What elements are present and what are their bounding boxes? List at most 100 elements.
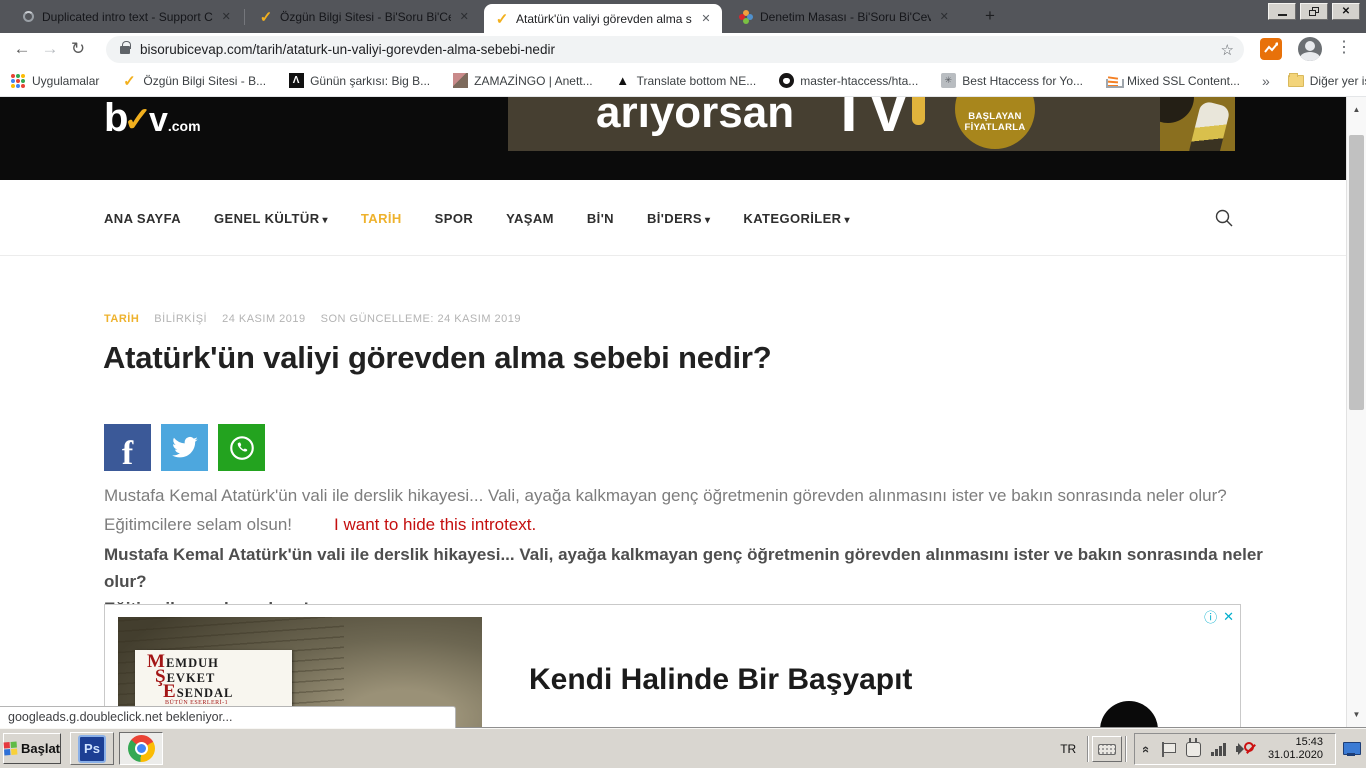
reload-button[interactable]: ↻	[64, 39, 92, 59]
desktop-screen: Duplicated intro text - Support Cen ✕ ✓ …	[0, 0, 1366, 768]
page-scrollbar[interactable]: ▲ ▼	[1346, 97, 1366, 728]
address-bar[interactable]: bisorubicevap.com/tarih/ataturk-un-valiy…	[106, 36, 1244, 63]
tab-ataturk-article-active[interactable]: ✓ Atatürk'ün valiyi görevden alma se ✕	[484, 4, 722, 33]
new-tab-button[interactable]: +	[978, 5, 1002, 29]
nav-biders[interactable]: Bİ'DERS ▾	[647, 211, 710, 226]
keyboard-icon	[1098, 743, 1117, 755]
gray-site-icon: ✳	[940, 73, 956, 89]
clock[interactable]: 15:43 31.01.2020	[1264, 736, 1327, 762]
bookmark-translate[interactable]: ▲ Translate bottom NE...	[615, 73, 756, 89]
photoshop-taskbar-button[interactable]: Ps	[70, 732, 114, 765]
bookmark-best-htaccess[interactable]: ✳ Best Htaccess for Yo...	[940, 73, 1083, 89]
banner-headline: arıyorsan	[596, 97, 795, 137]
bookmark-htaccess-github[interactable]: master-htaccess/hta...	[778, 73, 918, 89]
logo-check-icon: ✓	[123, 101, 152, 139]
music-site-icon: Λ	[288, 73, 304, 89]
start-button[interactable]: Başlat	[3, 733, 61, 764]
tab-title: Duplicated intro text - Support Cen	[42, 9, 213, 24]
apps-shortcut[interactable]: Uygulamalar	[10, 73, 99, 89]
whatsapp-icon	[229, 435, 254, 460]
bookmark-ozgun-bilgi[interactable]: ✓ Özgün Bilgi Sitesi - B...	[121, 73, 266, 90]
facebook-share-button[interactable]: f	[104, 424, 151, 472]
site-logo[interactable]: b ✓ v .com	[104, 98, 201, 139]
bookmark-zamazingo[interactable]: ZAMAZİNGO | Anett...	[452, 73, 593, 89]
tab-close-icon[interactable]: ✕	[937, 9, 953, 25]
site-navbar: ANA SAYFA GENEL KÜLTÜR ▾ TARİH SPOR YAŞAM…	[0, 180, 1346, 256]
tab-title: Atatürk'ün valiyi görevden alma se	[516, 11, 692, 26]
url-text[interactable]: bisorubicevap.com/tarih/ataturk-un-valiy…	[140, 42, 1221, 57]
banner-gold-mark	[912, 97, 925, 125]
minimize-button[interactable]	[1268, 3, 1296, 20]
search-icon[interactable]	[1214, 208, 1234, 228]
other-bookmarks-folder[interactable]: Diğer yer işaretleri	[1287, 72, 1366, 89]
github-icon	[778, 73, 794, 89]
banner-player-image	[1160, 97, 1235, 151]
tab-denetim-masasi[interactable]: Denetim Masası - Bi'Soru Bi'Ceva ✕	[728, 0, 960, 33]
twitter-bird-icon	[171, 436, 198, 457]
photo-icon	[452, 73, 468, 89]
bookmark-star-icon[interactable]: ☆	[1221, 41, 1234, 59]
bookmarks-overflow-chevron[interactable]: »	[1262, 73, 1270, 89]
show-desktop-icon[interactable]	[1342, 740, 1362, 758]
power-plug-icon[interactable]	[1186, 737, 1202, 757]
tab-title: Denetim Masası - Bi'Soru Bi'Ceva	[760, 9, 931, 24]
hidden-icons-chevron[interactable]: «	[1139, 745, 1154, 752]
twitter-share-button[interactable]	[161, 424, 208, 471]
profile-avatar[interactable]	[1298, 37, 1322, 61]
check-favicon: ✓	[495, 10, 509, 28]
nav-bin[interactable]: Bİ'N	[587, 211, 614, 226]
bookmark-gunun-sarkisi[interactable]: Λ Günün şarkısı: Big B...	[288, 73, 430, 89]
publish-date: 24 KASIM 2019	[222, 313, 306, 325]
folder-icon	[1287, 72, 1304, 89]
https-lock-icon[interactable]	[120, 40, 131, 54]
restore-button[interactable]	[1300, 3, 1328, 20]
browser-toolbar: ← → ↻ bisorubicevap.com/tarih/ataturk-un…	[0, 33, 1366, 65]
chrome-icon	[127, 735, 155, 762]
updated-date: SON GÜNCELLEME: 24 KASIM 2019	[320, 313, 522, 325]
scrollbar-thumb[interactable]	[1349, 135, 1364, 410]
language-indicator[interactable]: TR	[1052, 742, 1084, 756]
nav-tarih[interactable]: TARİH	[361, 211, 402, 226]
annotation-text: I want to hide this introtext.	[334, 515, 537, 534]
bookmark-mixed-ssl[interactable]: Mixed SSL Content...	[1105, 73, 1240, 89]
ad-headline: Kendi Halinde Bir Başyapıt	[529, 663, 913, 696]
ad-logo-circle	[1100, 701, 1158, 728]
chevron-down-icon: ▾	[844, 214, 850, 226]
whatsapp-share-button[interactable]	[218, 424, 265, 471]
muted-speaker-icon[interactable]	[1235, 741, 1254, 757]
action-center-flag-icon[interactable]	[1160, 741, 1177, 757]
nav-genel-kultur[interactable]: GENEL KÜLTÜR ▾	[214, 211, 328, 226]
tab-close-icon[interactable]: ✕	[219, 9, 235, 25]
windows-flag-icon	[3, 741, 18, 756]
system-tray: TR « 15:43 31.01.2020	[1052, 732, 1362, 766]
tab-ozgun-bilgi-sitesi[interactable]: ✓ Özgün Bilgi Sitesi - Bi'Soru Bi'Cev ✕	[248, 0, 480, 33]
site-header: b✓v.com ’ arıyorsan TV BAŞLAYAN FİYATLAR…	[0, 97, 1346, 180]
tab-close-icon[interactable]: ✕	[698, 11, 714, 27]
page-viewport: b✓v.com ’ arıyorsan TV BAŞLAYAN FİYATLAR…	[0, 97, 1366, 728]
ad-close-icon[interactable]: ✕	[1223, 609, 1234, 625]
back-button[interactable]: ←	[8, 39, 36, 59]
chrome-menu-icon[interactable]: ⋮	[1334, 37, 1354, 57]
time: 15:43	[1295, 736, 1323, 748]
keyboard-layout-button[interactable]	[1092, 736, 1123, 762]
chrome-taskbar-button[interactable]	[119, 732, 163, 765]
network-signal-icon[interactable]	[1211, 742, 1226, 756]
nav-kategoriler[interactable]: KATEGORİLER ▾	[743, 211, 849, 226]
scroll-up-arrow[interactable]: ▲	[1347, 97, 1366, 123]
nav-spor[interactable]: SPOR	[435, 211, 473, 226]
close-button[interactable]: ✕	[1332, 3, 1360, 20]
extension-icon[interactable]	[1260, 38, 1282, 60]
nav-ana-sayfa[interactable]: ANA SAYFA	[104, 211, 181, 226]
bookmarks-bar: Uygulamalar ✓ Özgün Bilgi Sitesi - B... …	[0, 65, 1366, 97]
adchoices-info-icon[interactable]: ⓘ	[1204, 607, 1217, 626]
apps-grid-icon	[10, 73, 26, 89]
category-badge[interactable]: TARİH	[104, 313, 139, 325]
forward-button[interactable]: →	[36, 39, 64, 59]
tab-duplicated-intro-text[interactable]: Duplicated intro text - Support Cen ✕	[10, 0, 242, 33]
tab-close-icon[interactable]: ✕	[457, 9, 473, 25]
header-ad-banner[interactable]: ’ arıyorsan TV BAŞLAYAN FİYATLARLA	[508, 97, 1235, 151]
banner-apostrophe: ’	[508, 97, 533, 147]
nav-yasam[interactable]: YAŞAM	[506, 211, 554, 226]
scroll-down-arrow[interactable]: ▼	[1347, 702, 1366, 728]
tab-separator	[244, 9, 245, 25]
